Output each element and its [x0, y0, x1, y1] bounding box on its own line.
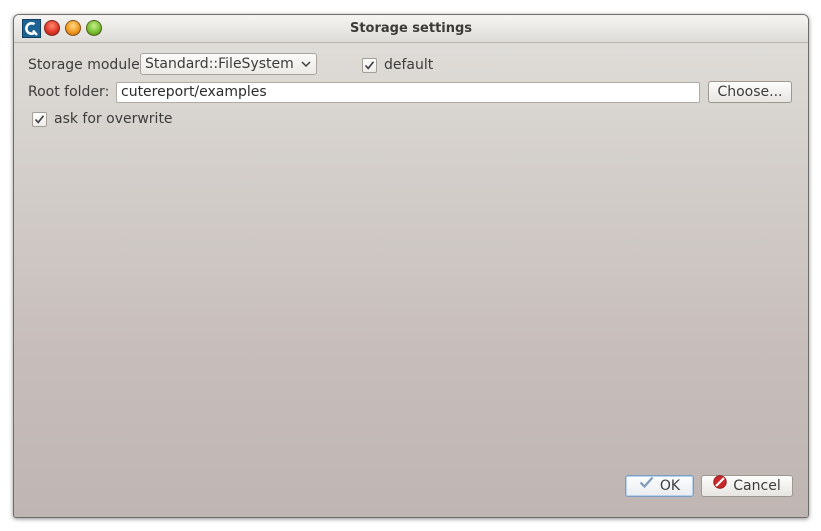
cancel-button[interactable]: Cancel [701, 475, 793, 497]
storage-module-label: Storage module: [28, 57, 145, 73]
root-folder-label: Root folder: [28, 84, 110, 100]
cancel-icon [713, 475, 727, 495]
choose-folder-button[interactable]: Choose... [708, 81, 792, 103]
ok-button-label: OK [659, 478, 681, 494]
storage-module-select[interactable]: Standard::FileSystem [140, 53, 317, 75]
storage-module-selected-value: Standard::FileSystem [145, 56, 294, 72]
title-bar: Storage settings [14, 15, 808, 43]
storage-settings-dialog: Storage settings Storage module: Standar… [13, 14, 809, 518]
root-folder-input[interactable]: cutereport/examples [116, 82, 700, 103]
checkmark-icon [34, 115, 45, 124]
ask-overwrite-checkbox[interactable] [32, 112, 47, 127]
ask-overwrite-label: ask for overwrite [54, 111, 173, 127]
choose-folder-button-label: Choose... [717, 84, 783, 100]
default-checkbox-label: default [384, 57, 434, 73]
window-title: Storage settings [349, 21, 473, 36]
checkmark-icon [364, 61, 375, 70]
ok-button[interactable]: OK [625, 475, 694, 497]
checkmark-icon [639, 475, 654, 495]
default-checkbox[interactable] [362, 58, 377, 73]
cancel-button-label: Cancel [733, 478, 781, 494]
chevron-down-icon [299, 54, 313, 74]
